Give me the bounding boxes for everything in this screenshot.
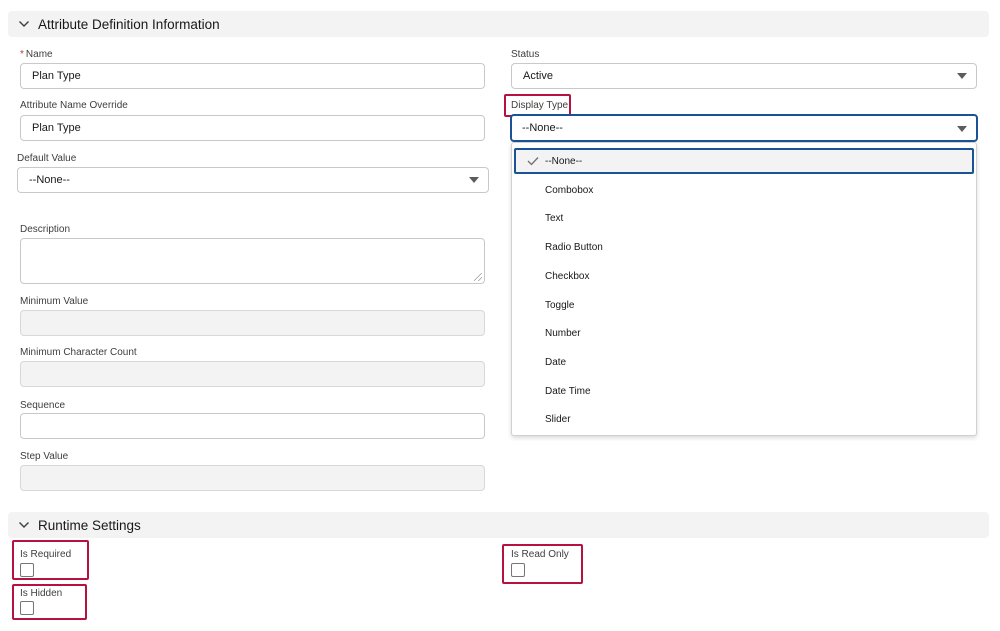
is-hidden-checkbox[interactable] [20, 601, 34, 615]
default-value-label: Default Value [17, 153, 77, 164]
section-header-attribute-definition[interactable]: Attribute Definition Information [8, 11, 989, 37]
display-type-value: --None-- [522, 122, 563, 134]
section-title: Attribute Definition Information [38, 16, 220, 32]
caret-down-icon [957, 126, 967, 132]
display-type-listbox[interactable]: --None-- Combobox Text Radio Button Chec… [511, 142, 977, 436]
option-slider[interactable]: Slider [514, 406, 974, 432]
required-marker: * [20, 49, 24, 60]
check-icon [527, 157, 539, 166]
is-read-only-label: Is Read Only [511, 549, 569, 560]
display-type-label: Display Type [511, 100, 569, 111]
caret-down-icon [957, 73, 967, 79]
status-label: Status [511, 49, 540, 60]
name-input[interactable]: Plan Type [20, 63, 485, 89]
caret-down-icon [469, 177, 479, 183]
option-date[interactable]: Date [514, 349, 974, 375]
step-value-label: Step Value [20, 451, 69, 462]
default-value-value: --None-- [29, 174, 70, 186]
option-checkbox[interactable]: Checkbox [514, 263, 974, 289]
chevron-down-icon [19, 21, 29, 27]
minimum-character-count-input [20, 361, 485, 387]
resize-grip-icon[interactable] [474, 273, 482, 281]
option-combobox[interactable]: Combobox [514, 177, 974, 203]
option-none[interactable]: --None-- [514, 148, 974, 174]
status-select[interactable]: Active [511, 63, 977, 89]
default-value-select[interactable]: --None-- [17, 167, 489, 193]
description-textarea[interactable] [20, 238, 485, 284]
status-value: Active [523, 70, 553, 82]
section-title: Runtime Settings [38, 517, 141, 533]
description-label: Description [20, 224, 71, 235]
display-type-select[interactable]: --None-- [510, 114, 978, 142]
is-read-only-checkbox[interactable] [511, 563, 525, 577]
sequence-label: Sequence [20, 400, 66, 411]
is-required-checkbox[interactable] [20, 563, 34, 577]
minimum-value-input [20, 310, 485, 336]
minimum-character-count-label: Minimum Character Count [20, 347, 137, 358]
option-radio-button[interactable]: Radio Button [514, 234, 974, 260]
step-value-input [20, 465, 485, 491]
option-text[interactable]: Text [514, 205, 974, 231]
is-required-label: Is Required [20, 549, 72, 560]
attribute-name-override-input[interactable]: Plan Type [20, 115, 485, 141]
sequence-input[interactable] [20, 413, 485, 439]
chevron-down-icon [19, 522, 29, 528]
option-toggle[interactable]: Toggle [514, 292, 974, 318]
option-number[interactable]: Number [514, 320, 974, 346]
section-header-runtime-settings[interactable]: Runtime Settings [8, 512, 989, 538]
name-label: * Name [20, 49, 53, 60]
is-hidden-label: Is Hidden [20, 588, 63, 599]
option-date-time[interactable]: Date Time [514, 378, 974, 404]
attribute-name-override-label: Attribute Name Override [20, 100, 128, 111]
minimum-value-label: Minimum Value [20, 296, 89, 307]
